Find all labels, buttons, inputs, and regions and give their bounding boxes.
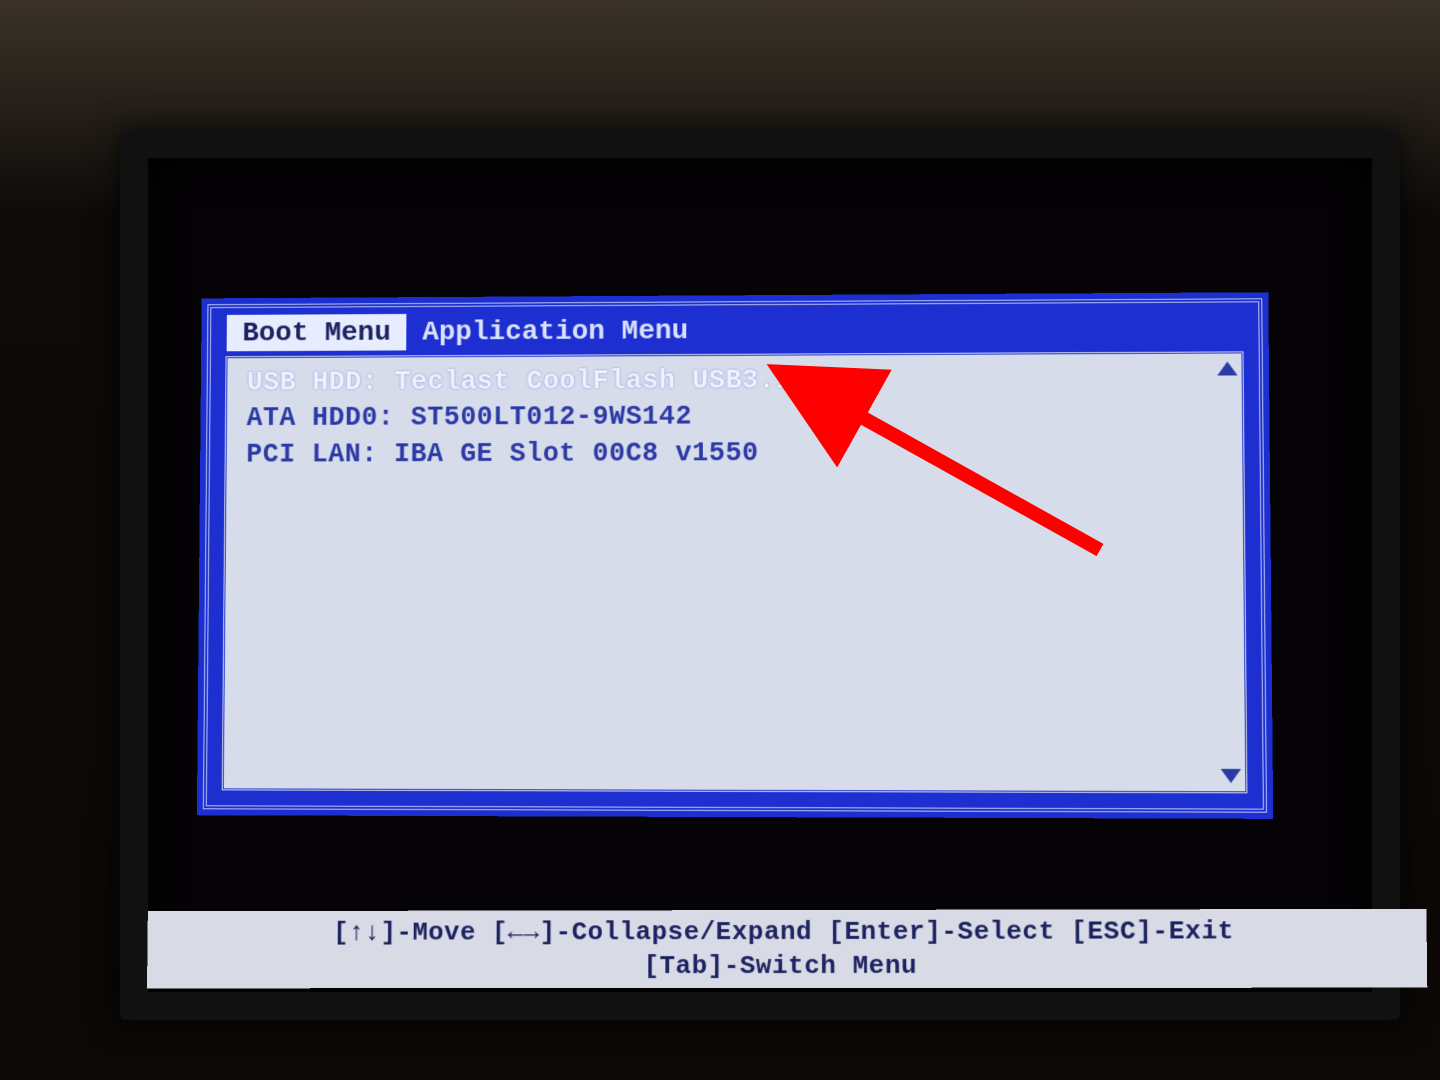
help-line1: [↑↓]-Move [←→]-Collapse/Expand [Enter]-S… <box>333 916 1234 947</box>
tab-boot-menu[interactable]: Boot Menu <box>227 314 407 351</box>
help-line2: [Tab]-Switch Menu <box>157 949 1417 984</box>
scroll-up-icon <box>1217 361 1237 375</box>
boot-item-pci-lan[interactable]: PCI LAN: IBA GE Slot 00C8 v1550 <box>246 435 1222 474</box>
boot-devices-panel: USB HDD: Teclast CoolFlash USB3.1 ATA HD… <box>221 350 1249 794</box>
tab-bar: Boot Menu Application Menu <box>211 302 1259 351</box>
scroll-down-icon <box>1221 769 1242 783</box>
tab-application-menu[interactable]: Application Menu <box>406 312 704 350</box>
bios-boot-menu-window: Boot Menu Application Menu USB HDD: Tecl… <box>203 298 1267 812</box>
boot-item-usb-hdd[interactable]: USB HDD: Teclast CoolFlash USB3.1 <box>247 362 1222 402</box>
boot-item-ata-hdd0[interactable]: ATA HDD0: ST500LT012-9WS142 <box>246 398 1221 438</box>
key-help-bar: [↑↓]-Move [←→]-Collapse/Expand [Enter]-S… <box>147 909 1427 988</box>
